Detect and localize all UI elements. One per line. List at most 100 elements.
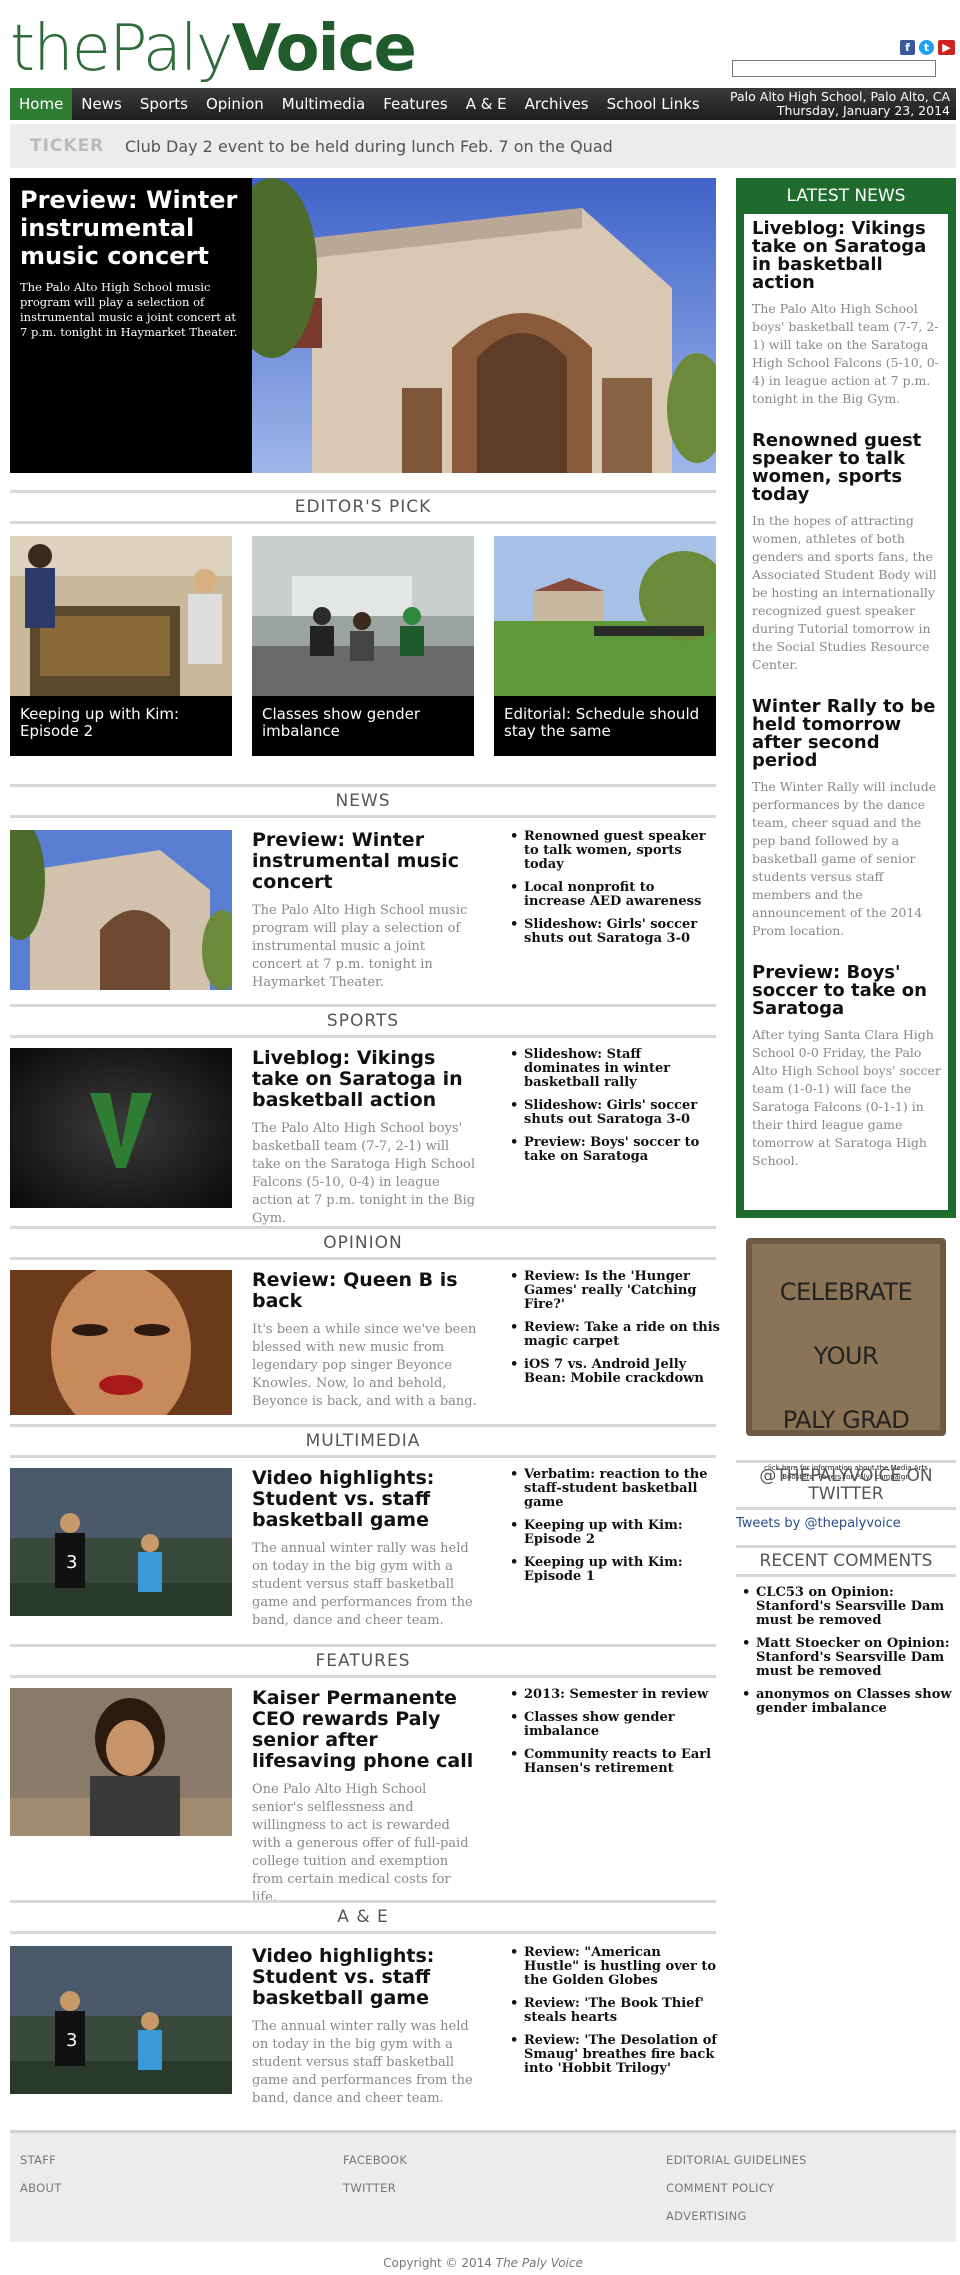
list-item[interactable]: 2013: Semester in review xyxy=(510,1688,720,1703)
features-summary: One Palo Alto High School senior's selfl… xyxy=(252,1782,469,1905)
ticker-label: TICKER xyxy=(30,136,105,156)
opinion-title[interactable]: Review: Queen B is back xyxy=(252,1270,477,1312)
opinion-thumb[interactable] xyxy=(10,1270,232,1430)
site-logo[interactable]: thePalyVoice xyxy=(10,12,417,87)
latest-news-summary: In the hopes of attracting women, athlet… xyxy=(752,513,937,672)
list-item[interactable]: Review: 'The Book Thief' steals hearts xyxy=(510,1997,720,2025)
nav-home[interactable]: Home xyxy=(10,88,73,120)
list-item[interactable]: Community reacts to Earl Hansen's retire… xyxy=(510,1748,720,1776)
latest-news-title[interactable]: Liveblog: Vikings take on Saratoga in ba… xyxy=(752,220,942,292)
comment-item[interactable]: anonymos on Classes show gender imbalanc… xyxy=(742,1688,952,1716)
latest-news-title[interactable]: Winter Rally to be held tomorrow after s… xyxy=(752,698,942,770)
sports-thumb[interactable] xyxy=(10,1048,232,1208)
ae-summary: The annual winter rally was held on toda… xyxy=(252,2019,473,2106)
nav-multimedia[interactable]: Multimedia xyxy=(273,88,374,120)
footer-col-3: EDITORIAL GUIDELINES COMMENT POLICY ADVE… xyxy=(666,2153,807,2237)
youtube-icon[interactable]: ▶ xyxy=(938,40,955,55)
list-item[interactable]: Keeping up with Kim: Episode 1 xyxy=(510,1556,720,1584)
copyright-name: The Paly Voice xyxy=(495,2256,583,2270)
school-info: Palo Alto High School, Palo Alto, CA Thu… xyxy=(730,90,950,118)
latest-news-title[interactable]: Renowned guest speaker to talk women, sp… xyxy=(752,432,942,504)
comment-item[interactable]: Matt Stoecker on Opinion: Stanford's Sea… xyxy=(742,1637,952,1679)
recent-comments-heading: RECENT COMMENTS xyxy=(736,1545,956,1577)
features-thumb[interactable] xyxy=(10,1688,232,1848)
footer-link-facebook[interactable]: FACEBOOK xyxy=(343,2153,407,2167)
list-item[interactable]: Slideshow: Staff dominates in winter bas… xyxy=(510,1048,720,1090)
features-heading: FEATURES xyxy=(10,1644,716,1678)
list-item[interactable]: Review: "American Hustle" is hustling ov… xyxy=(510,1946,720,1988)
logo-the: the xyxy=(10,12,111,86)
list-item[interactable]: Classes show gender imbalance xyxy=(510,1711,720,1739)
twitter-link[interactable]: Tweets by @thepalyvoice xyxy=(736,1516,901,1531)
editors-pick-caption: Classes show gender imbalance xyxy=(262,705,420,740)
multimedia-summary: The annual winter rally was held on toda… xyxy=(252,1541,473,1628)
celebrate-grad-ad[interactable]: CELEBRATE YOUR PALY GRAD click here for … xyxy=(746,1238,946,1481)
nav-archives[interactable]: Archives xyxy=(516,88,598,120)
nav-ae[interactable]: A & E xyxy=(457,88,516,120)
features-lead: Kaiser Permanente CEO rewards Paly senio… xyxy=(252,1688,477,1907)
twitter-icon[interactable]: t xyxy=(919,40,934,55)
footer-col-1: STAFF ABOUT xyxy=(20,2153,62,2209)
news-thumb[interactable] xyxy=(10,830,232,990)
ae-thumb[interactable]: 3 xyxy=(10,1946,232,2106)
facebook-icon[interactable]: f xyxy=(900,40,915,55)
news-heading: NEWS xyxy=(10,784,716,818)
nav-features[interactable]: Features xyxy=(374,88,457,120)
sports-title[interactable]: Liveblog: Vikings take on Saratoga in ba… xyxy=(252,1048,477,1111)
features-title[interactable]: Kaiser Permanente CEO rewards Paly senio… xyxy=(252,1688,477,1772)
list-item[interactable]: Renowned guest speaker to talk women, sp… xyxy=(510,830,720,872)
footer-link-staff[interactable]: STAFF xyxy=(20,2153,62,2167)
footer-link-comment-policy[interactable]: COMMENT POLICY xyxy=(666,2181,807,2195)
latest-news-heading: LATEST NEWS xyxy=(736,178,956,214)
multimedia-thumb[interactable]: 3 xyxy=(10,1468,232,1628)
latest-news-box: LATEST NEWS Liveblog: Vikings take on Sa… xyxy=(736,178,956,1218)
comment-item[interactable]: CLC53 on Opinion: Stanford's Searsville … xyxy=(742,1586,952,1628)
featured-title[interactable]: Preview: Winter instrumental music conce… xyxy=(20,186,242,270)
list-item[interactable]: iOS 7 vs. Android Jelly Bean: Mobile cra… xyxy=(510,1358,720,1386)
list-item[interactable]: Local nonprofit to increase AED awarenes… xyxy=(510,881,720,909)
list-item[interactable]: Review: Is the 'Hunger Games' really 'Ca… xyxy=(510,1270,720,1312)
editors-pick-item[interactable]: Classes show gender imbalance xyxy=(252,536,474,756)
search-input[interactable] xyxy=(732,60,936,77)
recent-comments-list: CLC53 on Opinion: Stanford's Searsville … xyxy=(742,1586,952,1725)
multimedia-links: Verbatim: reaction to the staff-student … xyxy=(510,1468,720,1593)
ae-links: Review: "American Hustle" is hustling ov… xyxy=(510,1946,720,2085)
list-item[interactable]: Slideshow: Girls' soccer shuts out Sarat… xyxy=(510,1099,720,1127)
list-item[interactable]: Keeping up with Kim: Episode 2 xyxy=(510,1519,720,1547)
sports-lead: Liveblog: Vikings take on Saratoga in ba… xyxy=(252,1048,477,1228)
list-item[interactable]: Slideshow: Girls' soccer shuts out Sarat… xyxy=(510,918,720,946)
nav-news[interactable]: News xyxy=(72,88,131,120)
opinion-summary: It's been a while since we've been bless… xyxy=(252,1322,477,1409)
news-summary: The Palo Alto High School music program … xyxy=(252,903,468,990)
nav-opinion[interactable]: Opinion xyxy=(197,88,273,120)
editors-pick-item[interactable]: Editorial: Schedule should stay the same xyxy=(494,536,716,756)
footer-link-twitter[interactable]: TWITTER xyxy=(343,2181,407,2195)
editors-pick-item[interactable]: Keeping up with Kim: Episode 2 xyxy=(10,536,232,756)
news-title[interactable]: Preview: Winter instrumental music conce… xyxy=(252,830,477,893)
ticker-text[interactable]: Club Day 2 event to be held during lunch… xyxy=(125,137,613,156)
multimedia-heading: MULTIMEDIA xyxy=(10,1424,716,1458)
featured-photo[interactable] xyxy=(252,178,716,473)
multimedia-title[interactable]: Video highlights: Student vs. staff bask… xyxy=(252,1468,477,1531)
editors-pick-heading: EDITOR'S PICK xyxy=(10,490,716,524)
opinion-links: Review: Is the 'Hunger Games' really 'Ca… xyxy=(510,1270,720,1395)
latest-news-summary: After tying Santa Clara High School 0-0 … xyxy=(752,1027,941,1168)
logo-paly: Paly xyxy=(109,12,234,86)
footer-link-advertising[interactable]: ADVERTISING xyxy=(666,2209,807,2223)
ae-title[interactable]: Video highlights: Student vs. staff bask… xyxy=(252,1946,477,2009)
nav-sports[interactable]: Sports xyxy=(131,88,197,120)
footer-link-about[interactable]: ABOUT xyxy=(20,2181,62,2195)
sports-summary: The Palo Alto High School boys' basketba… xyxy=(252,1121,476,1226)
list-item[interactable]: Review: 'The Desolation of Smaug' breath… xyxy=(510,2034,720,2076)
list-item[interactable]: Verbatim: reaction to the staff-student … xyxy=(510,1468,720,1510)
featured-story[interactable]: Preview: Winter instrumental music conce… xyxy=(10,178,716,473)
logo-voice: Voice xyxy=(231,12,417,86)
nav-school-links[interactable]: School Links xyxy=(598,88,709,120)
ae-lead: Video highlights: Student vs. staff bask… xyxy=(252,1946,477,2108)
list-item[interactable]: Preview: Boys' soccer to take on Saratog… xyxy=(510,1136,720,1164)
footer-link-editorial-guidelines[interactable]: EDITORIAL GUIDELINES xyxy=(666,2153,807,2167)
multimedia-lead: Video highlights: Student vs. staff bask… xyxy=(252,1468,477,1630)
latest-news-title[interactable]: Preview: Boys' soccer to take on Saratog… xyxy=(752,964,942,1018)
svg-text:3: 3 xyxy=(66,2030,77,2051)
list-item[interactable]: Review: Take a ride on this magic carpet xyxy=(510,1321,720,1349)
